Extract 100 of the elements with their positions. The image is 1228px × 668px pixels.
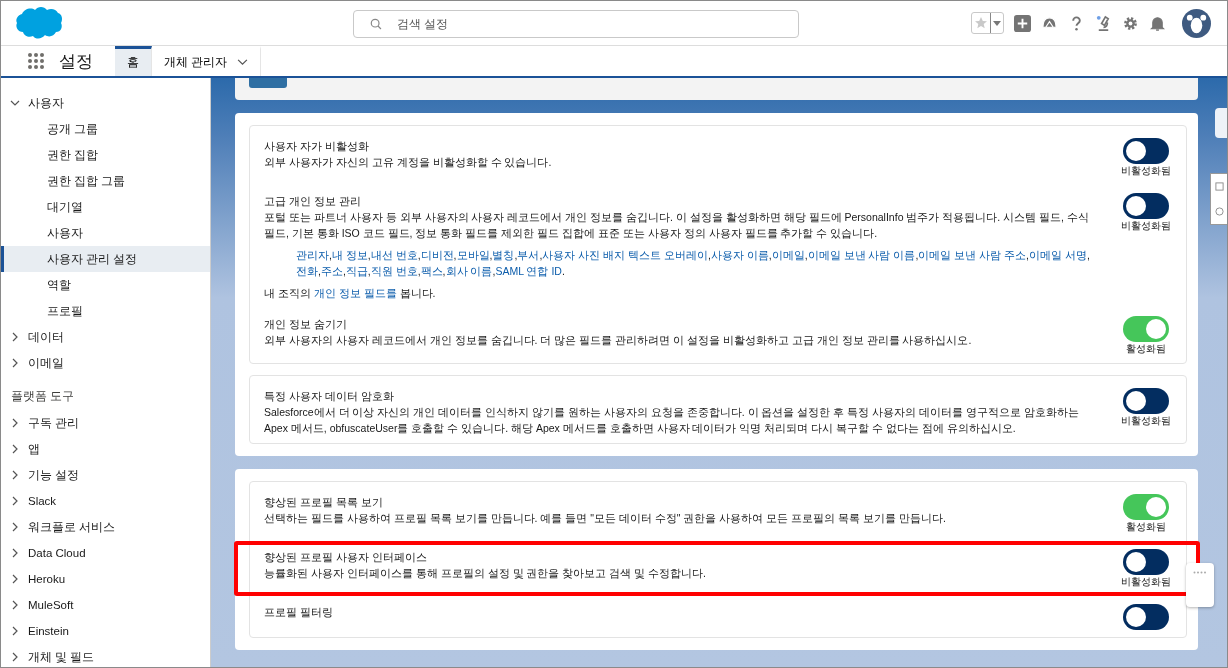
favorites-button[interactable] bbox=[971, 12, 1004, 34]
setting-title: 특정 사용자 데이터 암호화 bbox=[264, 389, 395, 404]
field-link[interactable]: 모바일 bbox=[456, 249, 490, 261]
toggle-label: 비활성화됨 bbox=[1121, 576, 1171, 589]
star-icon bbox=[972, 16, 990, 30]
setting-description: 선택하는 필드를 사용하여 프로필 목록 보기를 만듭니다. 예를 들면 "모든 데이터 수정" 권한을 사용하여 모든 프로필의 목록 보기를 만듭니다. bbox=[264, 511, 947, 526]
chevron-right-icon bbox=[11, 444, 19, 454]
chevron-right-icon bbox=[11, 600, 19, 610]
field-link[interactable]: 팩스 bbox=[420, 265, 443, 277]
sidebar-item[interactable]: Data Cloud bbox=[1, 540, 210, 566]
setting-title: 개인 정보 숨기기 bbox=[264, 317, 348, 332]
sidebar-item[interactable]: Heroku bbox=[1, 566, 210, 592]
setting-title: 프로필 필터링 bbox=[264, 605, 334, 620]
caret-down-icon bbox=[993, 20, 1001, 26]
privacy-fields-link[interactable]: 개인 정보 필드를 bbox=[313, 287, 397, 299]
field-link[interactable]: 관리자 bbox=[296, 249, 329, 261]
field-link-list: 관리자,내 정보,내선 번호,디비전,모바일,별칭,부서,사용자 사진 배지 텍스트 오버레이,사용자 이름,이메일,이메일 보낸 사람 이름,이메일 보낸 사람 주소,이메일 서명, 전화,주소,직급,직원 번호,팩스,회사 이름,SAML 연합 ID. bbox=[296, 247, 1098, 279]
chevron-down-icon bbox=[10, 99, 20, 107]
sidebar-item[interactable]: 개체 및 필드 bbox=[1, 644, 210, 667]
sidebar-item[interactable]: Einstein bbox=[1, 618, 210, 644]
microscope-icon[interactable] bbox=[1095, 14, 1112, 32]
toggle-label: 활성화됨 bbox=[1126, 343, 1166, 356]
sidebar-subitem[interactable]: 역할 bbox=[1, 272, 210, 298]
toggle-switch[interactable] bbox=[1123, 494, 1169, 520]
field-link[interactable]: 주소 bbox=[320, 265, 343, 277]
setting-description: 능률화된 사용자 인터페이스를 통해 프로필의 설정 및 권한을 찾아보고 검색 및 수정합니다. bbox=[264, 566, 707, 581]
field-link[interactable]: 부서 bbox=[517, 249, 540, 261]
setting-title: 사용자 자가 비활성화 bbox=[264, 139, 370, 154]
sidebar-subitem[interactable]: 사용자 관리 설정 bbox=[1, 246, 210, 272]
chevron-right-icon bbox=[11, 470, 19, 480]
sidebar-item[interactable]: MuleSoft bbox=[1, 592, 210, 618]
toggle-switch[interactable] bbox=[1123, 193, 1169, 219]
toggle-label: 활성화됨 bbox=[1126, 521, 1166, 534]
chevron-right-icon bbox=[11, 574, 19, 584]
chevron-right-icon bbox=[11, 652, 19, 662]
field-link[interactable]: 이메일 보낸 사람 주소 bbox=[918, 249, 1027, 261]
circle-icon[interactable] bbox=[1214, 207, 1224, 216]
sidebar-item[interactable]: 이메일 bbox=[1, 350, 210, 376]
search-icon bbox=[370, 18, 382, 30]
field-link[interactable]: 전화 bbox=[296, 265, 318, 277]
sidebar-item[interactable]: 사용자 bbox=[1, 90, 210, 116]
field-link[interactable]: 회사 이름 bbox=[445, 265, 493, 277]
field-link[interactable]: SAML 연합 ID bbox=[495, 265, 562, 277]
page-icon bbox=[249, 78, 287, 88]
settings-icon[interactable] bbox=[1122, 14, 1139, 32]
sidebar-item[interactable]: 기능 설정 bbox=[1, 462, 210, 488]
nav-tab[interactable]: 홈 bbox=[115, 46, 152, 76]
toggle-switch[interactable] bbox=[1123, 316, 1169, 342]
field-link[interactable]: 이메일 bbox=[771, 249, 805, 261]
chevron-right-icon bbox=[11, 522, 19, 532]
setting-description: 외부 사용자의 사용자 레코드에서 개인 정보를 숨깁니다. 더 많은 필드를 관리하려면 이 설정을 비활성화하고 고급 개인 정보 관리를 사용하십시오. bbox=[264, 333, 973, 348]
toggle-label: 비활성화됨 bbox=[1121, 415, 1171, 428]
sidebar-item[interactable]: 앱 bbox=[1, 436, 210, 462]
sidebar-item[interactable]: Slack bbox=[1, 488, 210, 514]
field-link[interactable]: 직원 번호 bbox=[370, 265, 418, 277]
toggle-switch[interactable] bbox=[1123, 388, 1169, 414]
field-link[interactable]: 별칭 bbox=[492, 249, 515, 261]
avatar[interactable] bbox=[1182, 8, 1211, 38]
sidebar-item[interactable]: 워크플로 서비스 bbox=[1, 514, 210, 540]
field-link[interactable]: 디비전 bbox=[420, 249, 454, 261]
sidebar-subitem[interactable]: 대기열 bbox=[1, 194, 210, 220]
setting-description: 외부 사용자가 자신의 고유 계정을 비활성화할 수 있습니다. bbox=[264, 155, 553, 170]
chevron-right-icon bbox=[11, 332, 19, 342]
sidebar-subitem[interactable]: 권한 집합 bbox=[1, 142, 210, 168]
bell-icon[interactable] bbox=[1149, 14, 1166, 32]
sidebar-heading: 플랫폼 도구 bbox=[10, 388, 76, 404]
toggle-label: 비활성화됨 bbox=[1121, 165, 1171, 178]
toggle-label: 비활성화됨 bbox=[1121, 220, 1171, 233]
app-launcher-icon[interactable] bbox=[27, 52, 45, 70]
sidebar-subitem[interactable]: 공개 그룹 bbox=[1, 116, 210, 142]
setting-title: 향상된 프로필 목록 보기 bbox=[264, 495, 384, 510]
setting-title: 고급 개인 정보 관리 bbox=[264, 194, 362, 209]
chevron-right-icon bbox=[11, 358, 19, 368]
sidebar-subitem[interactable]: 프로필 bbox=[1, 298, 210, 324]
field-link[interactable]: 사용자 사진 배지 텍스트 오버레이 bbox=[542, 249, 708, 261]
toggle-switch[interactable] bbox=[1123, 604, 1169, 630]
chevron-down-icon bbox=[237, 59, 249, 66]
field-link[interactable]: 이메일 보낸 사람 이름 bbox=[807, 249, 916, 261]
field-link[interactable]: 이메일 서명 bbox=[1029, 249, 1087, 261]
sidebar-subitem[interactable]: 권한 집합 그룹 bbox=[1, 168, 210, 194]
chevron-right-icon bbox=[11, 626, 19, 636]
chevron-right-icon bbox=[11, 418, 19, 428]
note-text: 내 조직의 개인 정보 필드를 봅니다. bbox=[264, 286, 437, 301]
toggle-switch[interactable] bbox=[1123, 549, 1169, 575]
search-field[interactable]: 검색 설정 bbox=[353, 10, 799, 38]
setting-description: 포털 또는 파트너 사용자 등 외부 사용자의 사용자 레코드에서 개인 정보를 숨깁니다. 이 설정을 활성화하면 해당 필드에 PersonalInfo 범주가 적용됩니다. 시스템 필드, 수식 필드, 기본 통화 ISO 코드 필드, 정보 통화 필드를 제외한 필드 집합에 표준 또는 사용자 정의 사용자 필드를 추가할 수 있습니다. bbox=[264, 210, 1090, 241]
chevron-right-icon bbox=[11, 548, 19, 558]
setting-description: Salesforce에서 더 이상 자신의 개인 데이터를 인식하지 않기를 원하는 사용자의 요청을 존중합니다. 이 옵션을 설정한 후 특정 사용자의 데이터를 영구적으로 암호화하는 Apex 메서드, obfuscateUser를 호출할 수 있습니다. 해당 Apex 메서드를 호출하면 사용자 데이터가 익명 처리되며 다시 복구할 수 없다는 점에 유의하십시오. bbox=[264, 405, 1080, 436]
toggle-switch[interactable] bbox=[1123, 138, 1169, 164]
cloud-logo[interactable] bbox=[15, 6, 63, 40]
plus-icon[interactable] bbox=[1014, 14, 1031, 32]
setting-title: 향상된 프로필 사용자 인터페이스 bbox=[264, 550, 428, 565]
chevron-right-icon bbox=[11, 496, 19, 506]
field-link[interactable]: 직급 bbox=[345, 265, 368, 277]
app-title: 설정 bbox=[59, 51, 93, 73]
more-icon bbox=[1193, 571, 1207, 574]
sidebar-item[interactable]: 데이터 bbox=[1, 324, 210, 350]
sidebar-subitem[interactable]: 사용자 bbox=[1, 220, 210, 246]
sidebar-item[interactable]: 구독 관리 bbox=[1, 410, 210, 436]
field-link[interactable]: 사용자 이름 bbox=[710, 249, 769, 261]
